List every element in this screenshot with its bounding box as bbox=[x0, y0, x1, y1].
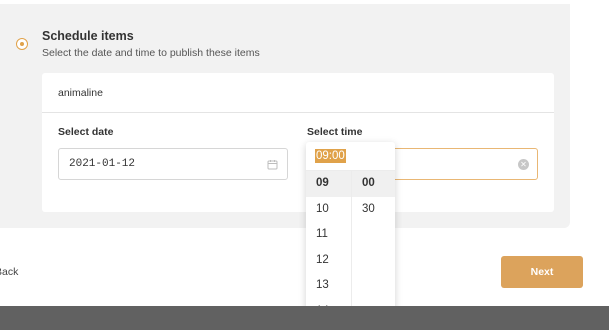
hour-option[interactable]: 12 bbox=[306, 248, 351, 274]
schedule-radio[interactable] bbox=[16, 38, 28, 50]
hour-option[interactable]: 10 bbox=[306, 197, 351, 223]
date-input[interactable]: 2021-01-12 bbox=[58, 148, 288, 180]
back-button[interactable]: Back bbox=[0, 266, 18, 278]
hour-option[interactable]: 11 bbox=[306, 222, 351, 248]
date-label: Select date bbox=[58, 126, 114, 138]
card-divider bbox=[42, 112, 554, 113]
clear-icon[interactable]: ✕ bbox=[518, 159, 529, 170]
minute-column[interactable]: 00 30 bbox=[352, 171, 395, 222]
time-dropdown-header: 09:00 bbox=[306, 142, 395, 171]
schedule-panel: Schedule items Select the date and time … bbox=[0, 4, 570, 228]
hour-option[interactable]: 09 bbox=[306, 171, 351, 197]
next-button[interactable]: Next bbox=[501, 256, 583, 288]
schedule-subtitle: Select the date and time to publish thes… bbox=[42, 47, 260, 59]
date-value: 2021-01-12 bbox=[69, 158, 136, 170]
time-dropdown[interactable]: 09:00 091011121314 0030 bbox=[306, 142, 395, 324]
store-name: animaline bbox=[58, 87, 103, 99]
time-label: Select time bbox=[307, 126, 363, 138]
hour-column[interactable]: 091011121314 bbox=[306, 171, 351, 324]
calendar-icon[interactable] bbox=[267, 159, 278, 170]
schedule-card: animaline Select date Select time 2021-0… bbox=[42, 73, 554, 212]
minute-option[interactable]: 00 bbox=[352, 171, 395, 197]
time-value[interactable]: 09:00 bbox=[315, 149, 346, 163]
minute-option[interactable]: 30 bbox=[352, 197, 395, 223]
footer-bar bbox=[0, 306, 609, 330]
hour-option[interactable]: 13 bbox=[306, 273, 351, 299]
schedule-title: Schedule items bbox=[42, 29, 134, 43]
